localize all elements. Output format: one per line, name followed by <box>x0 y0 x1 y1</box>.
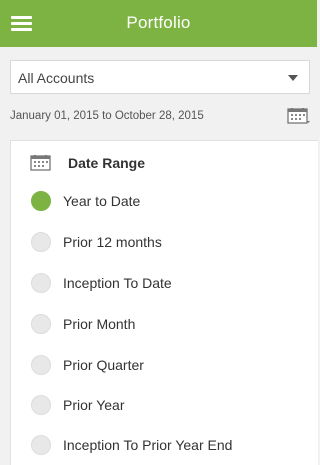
option-inception-to-prior-year-end[interactable]: Inception To Prior Year End <box>31 434 311 458</box>
option-label: Year to Date <box>63 193 141 209</box>
option-label: Inception To Date <box>63 275 172 291</box>
account-select-value: All Accounts <box>18 70 95 86</box>
account-select[interactable]: All Accounts <box>10 60 310 94</box>
radio-empty-icon[interactable] <box>31 314 51 334</box>
option-label: Prior Year <box>63 397 125 413</box>
option-inception-to-date[interactable]: Inception To Date <box>31 272 311 296</box>
date-range-panel: Date Range Year to Date Prior 12 months … <box>10 140 318 465</box>
calendar-icon[interactable] <box>287 107 311 130</box>
page-title: Portfolio <box>126 13 191 32</box>
radio-empty-icon[interactable] <box>31 395 51 415</box>
option-label: Prior 12 months <box>63 234 162 250</box>
radio-empty-icon[interactable] <box>31 273 51 293</box>
option-label: Prior Month <box>63 316 136 332</box>
date-range-title: Date Range <box>68 155 146 171</box>
option-label: Inception To Prior Year End <box>63 437 233 453</box>
radio-empty-icon[interactable] <box>31 355 51 375</box>
caret-down-icon <box>288 75 298 81</box>
option-prior-quarter[interactable]: Prior Quarter <box>31 354 311 378</box>
calendar-icon <box>30 154 52 177</box>
option-prior-month[interactable]: Prior Month <box>31 313 311 337</box>
option-prior-12-months[interactable]: Prior 12 months <box>31 231 311 255</box>
radio-selected-icon[interactable] <box>31 191 51 211</box>
option-label: Prior Quarter <box>63 357 144 373</box>
radio-empty-icon[interactable] <box>31 232 51 252</box>
option-prior-year[interactable]: Prior Year <box>31 394 311 418</box>
option-year-to-date[interactable]: Year to Date <box>31 190 311 214</box>
date-range-row[interactable]: January 01, 2015 to October 28, 2015 <box>0 103 317 131</box>
radio-empty-icon[interactable] <box>31 435 51 455</box>
date-range-text: January 01, 2015 to October 28, 2015 <box>10 110 204 122</box>
app-header: Portfolio <box>0 0 317 47</box>
